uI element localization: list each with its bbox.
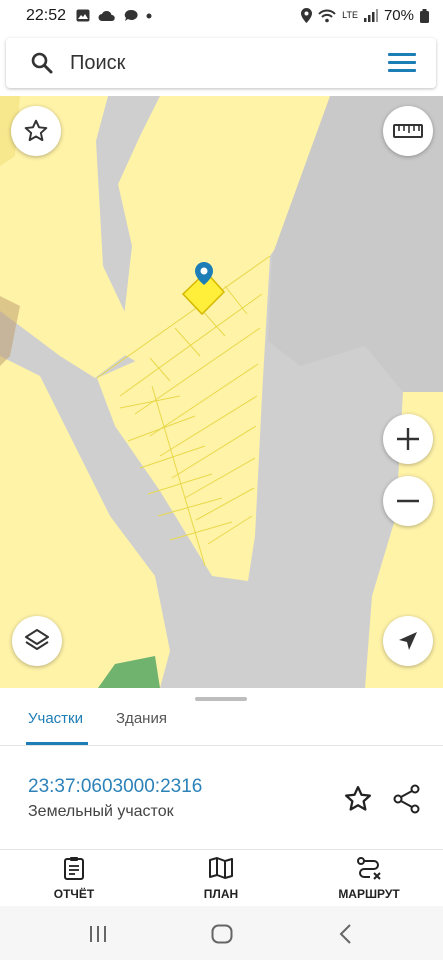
location-icon <box>301 8 313 23</box>
star-icon[interactable] <box>343 784 373 814</box>
tab-bar: Участки Здания <box>0 704 443 746</box>
parcel-number[interactable]: 23:37:0603000:2316 <box>28 776 202 798</box>
locate-icon <box>399 632 417 650</box>
sheet-drag-handle[interactable] <box>195 697 247 701</box>
recent-apps-icon[interactable] <box>88 925 108 943</box>
battery-icon <box>420 8 429 23</box>
tab-parcels-label: Участки <box>28 710 83 727</box>
ruler-icon <box>393 124 423 138</box>
dot-icon <box>146 13 152 18</box>
tab-buildings[interactable]: Здания <box>116 710 167 746</box>
zoom-out-button[interactable] <box>383 476 433 526</box>
tab-buildings-label: Здания <box>116 710 167 727</box>
nav-report[interactable]: ОТЧЁТ <box>29 856 119 901</box>
active-tab-indicator <box>26 742 88 745</box>
zoom-out-icon <box>397 499 419 503</box>
network-label: LTE <box>342 10 358 20</box>
layers-button[interactable] <box>12 616 62 666</box>
status-time: 22:52 <box>26 7 67 24</box>
cloud-icon <box>98 10 115 21</box>
tab-parcels[interactable]: Участки <box>26 710 88 746</box>
signal-icon <box>363 9 378 22</box>
zoom-in-icon <box>397 428 419 450</box>
battery-percent: 70% <box>383 7 414 24</box>
search-bar <box>6 38 436 88</box>
search-icon[interactable] <box>30 51 54 75</box>
share-icon[interactable] <box>393 784 421 814</box>
nav-route[interactable]: МАРШРУТ <box>324 856 414 901</box>
bottom-nav: ОТЧЁТ ПЛАН МАРШРУТ <box>0 849 443 905</box>
nav-report-label: ОТЧЁТ <box>53 887 95 901</box>
clipboard-icon <box>64 857 84 880</box>
zoom-in-button[interactable] <box>383 414 433 464</box>
nav-plan[interactable]: ПЛАН <box>176 856 266 901</box>
status-bar: 22:52 LTE 70% <box>0 0 443 34</box>
nav-route-label: МАРШРУТ <box>338 887 400 901</box>
cadastral-map <box>0 96 443 688</box>
nav-plan-label: ПЛАН <box>203 887 239 901</box>
map-icon <box>209 857 233 879</box>
wifi-icon <box>318 9 336 22</box>
route-icon <box>357 857 381 880</box>
chat-icon <box>124 9 138 21</box>
favorite-button[interactable] <box>11 106 61 156</box>
search-input[interactable] <box>70 46 370 80</box>
map-view[interactable] <box>0 96 443 688</box>
layers-icon <box>25 629 49 650</box>
menu-icon[interactable] <box>388 51 416 73</box>
system-nav-bar <box>0 906 443 960</box>
back-icon[interactable] <box>338 924 352 944</box>
measure-button[interactable] <box>383 106 433 156</box>
my-location-button[interactable] <box>383 616 433 666</box>
gallery-icon <box>76 9 90 22</box>
home-icon[interactable] <box>211 924 233 944</box>
star-icon <box>24 119 48 142</box>
parcel-type: Земельный участок <box>28 803 174 820</box>
